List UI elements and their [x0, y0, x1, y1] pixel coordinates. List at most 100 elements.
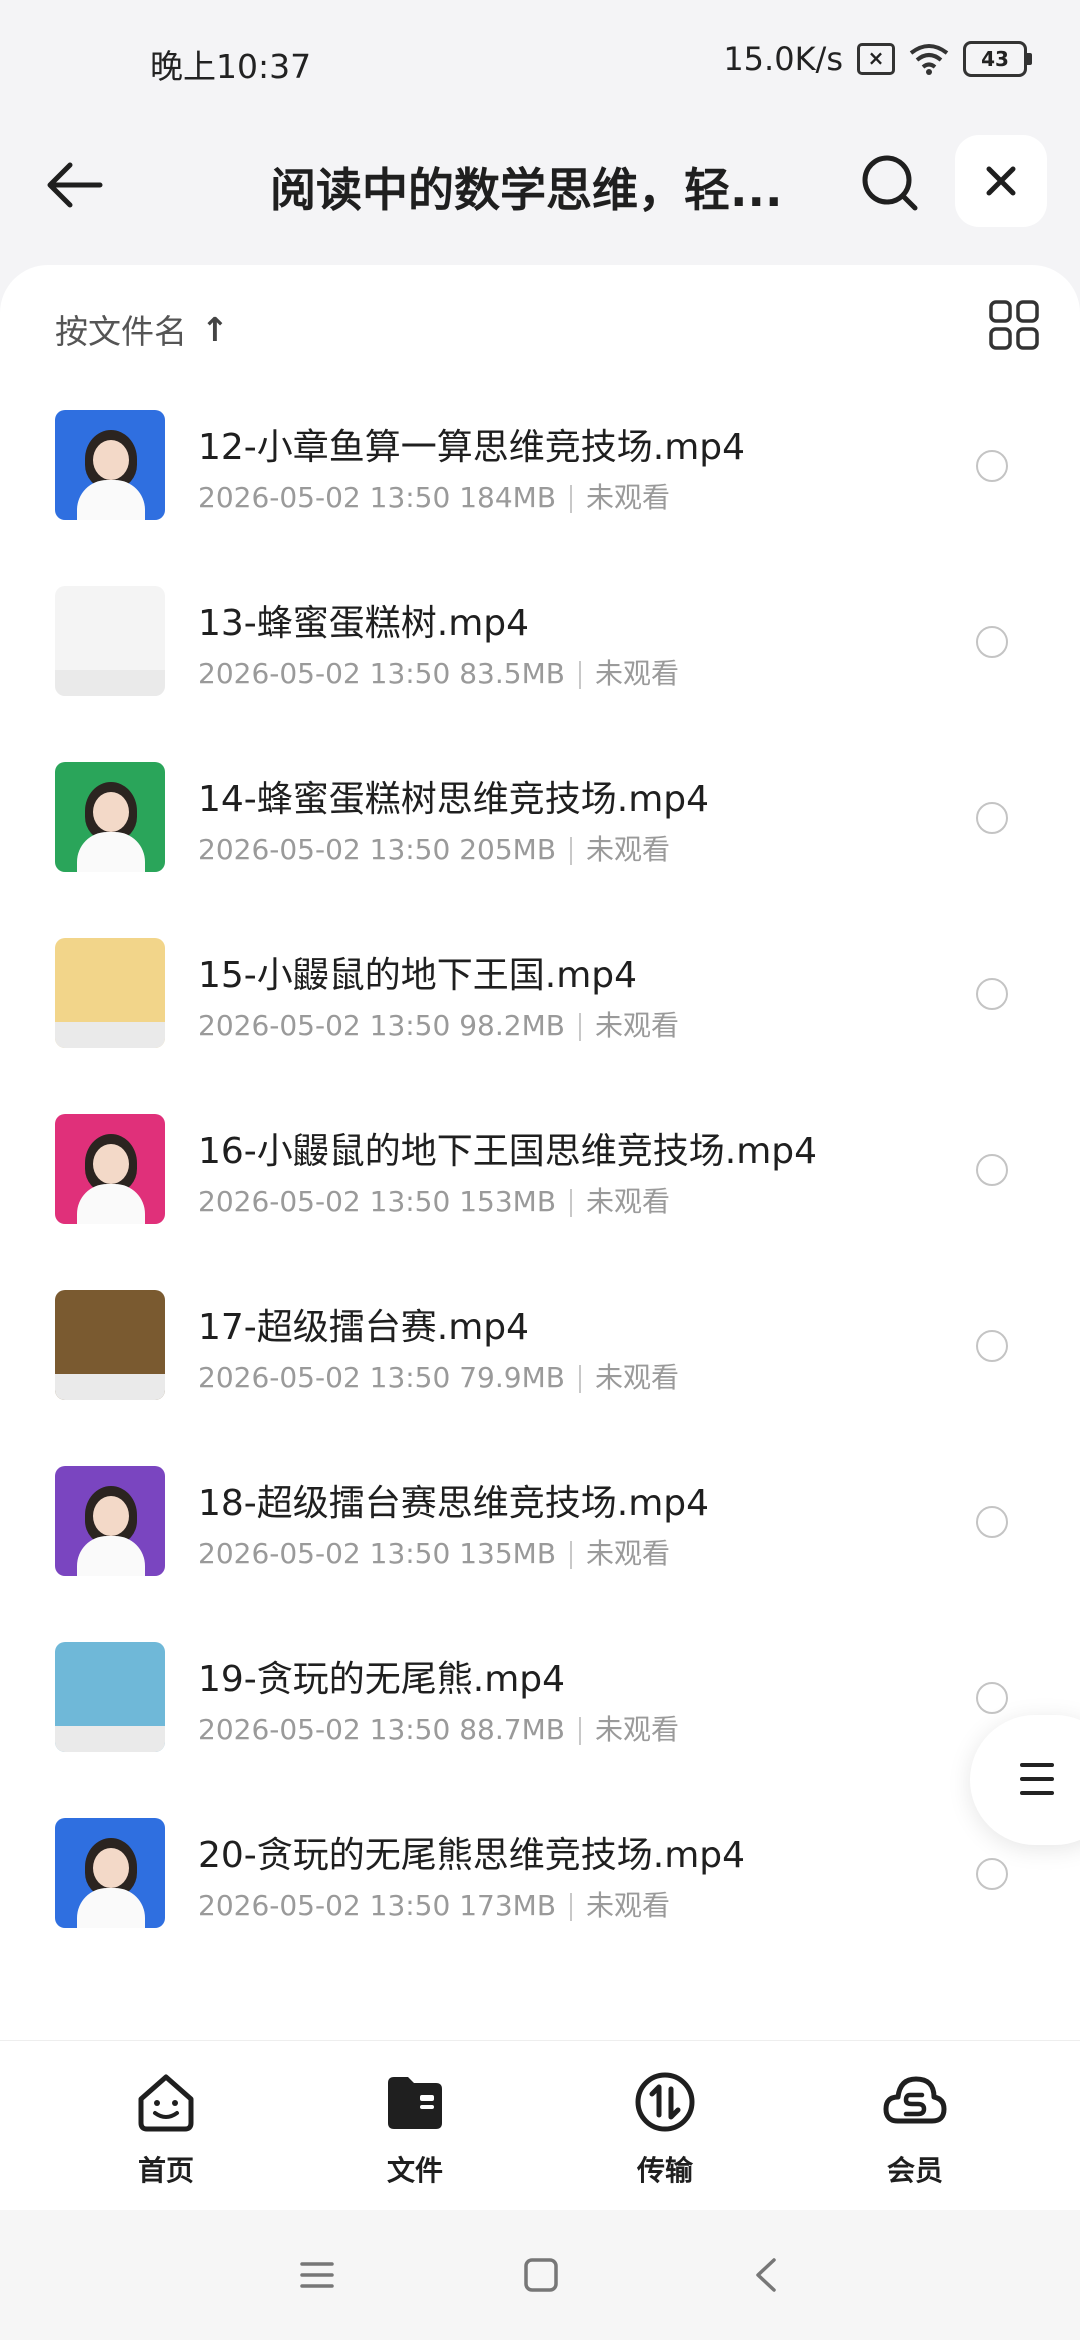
home-square-icon[interactable]: [518, 2252, 564, 2298]
file-size: 98.2MB: [459, 1009, 565, 1042]
file-size: 205MB: [459, 833, 557, 866]
battery-level: 43: [963, 41, 1027, 77]
sort-selector[interactable]: 按文件名 ↑: [55, 305, 229, 353]
file-meta: 2026-05-02 13:50 135MB 未观看: [198, 1532, 670, 1572]
file-row[interactable]: 16-小鼹鼠的地下王国思维竞技场.mp4 2026-05-02 13:50 153…: [0, 1114, 1080, 1290]
file-date: 2026-05-02 13:50: [198, 1185, 451, 1218]
file-row[interactable]: 17-超级擂台赛.mp4 2026-05-02 13:50 79.9MB 未观看: [0, 1290, 1080, 1466]
battery-icon: 43: [963, 41, 1032, 77]
select-radio[interactable]: [976, 626, 1008, 658]
tab-label: 文件: [386, 2154, 443, 2187]
file-date: 2026-05-02 13:50: [198, 1537, 451, 1570]
status-right: 15.0K/s × 43: [723, 40, 1032, 78]
tab-transfer[interactable]: 传输: [595, 2069, 735, 2189]
file-size: 173MB: [459, 1889, 557, 1922]
file-date: 2026-05-02 13:50: [198, 657, 451, 690]
sort-arrow-icon: ↑: [201, 309, 229, 349]
close-icon: [986, 166, 1016, 196]
watch-status: 未观看: [594, 1361, 679, 1394]
video-thumbnail: [55, 410, 165, 520]
video-thumbnail: [55, 1114, 165, 1224]
file-row[interactable]: 15-小鼹鼠的地下王国.mp4 2026-05-02 13:50 98.2MB 未观…: [0, 938, 1080, 1114]
file-size: 88.7MB: [459, 1713, 565, 1746]
watch-status: 未观看: [586, 833, 671, 866]
page-title: 阅读中的数学思维，轻...: [270, 163, 783, 217]
network-speed: 15.0K/s: [723, 40, 843, 78]
close-button[interactable]: [955, 135, 1047, 227]
tab-label: 传输: [636, 2154, 693, 2187]
sort-label: 按文件名: [55, 312, 187, 351]
video-thumbnail: [55, 1466, 165, 1576]
file-size: 79.9MB: [459, 1361, 565, 1394]
video-thumbnail: [55, 586, 165, 696]
file-name: 20-贪玩的无尾熊思维竞技场.mp4: [198, 1835, 746, 1876]
file-name: 13-蜂蜜蛋糕树.mp4: [198, 603, 530, 644]
grid-view-icon[interactable]: [988, 299, 1040, 351]
watch-status: 未观看: [586, 481, 671, 514]
header: 阅读中的数学思维，轻...: [0, 120, 1080, 260]
file-meta: 2026-05-02 13:50 98.2MB 未观看: [198, 1004, 679, 1044]
select-radio[interactable]: [976, 1858, 1008, 1890]
file-meta: 2026-05-02 13:50 79.9MB 未观看: [198, 1356, 679, 1396]
sim-disabled-icon: ×: [857, 43, 895, 75]
file-meta: 2026-05-02 13:50 184MB 未观看: [198, 476, 670, 516]
meta-divider: [570, 1189, 573, 1217]
file-row[interactable]: 14-蜂蜜蛋糕树思维竞技场.mp4 2026-05-02 13:50 205MB 未…: [0, 762, 1080, 938]
file-meta: 2026-05-02 13:50 88.7MB 未观看: [198, 1708, 679, 1748]
folder-icon: [388, 2077, 442, 2129]
watch-status: 未观看: [586, 1889, 671, 1922]
select-radio[interactable]: [976, 1330, 1008, 1362]
file-row[interactable]: 12-小章鱼算一算思维竞技场.mp4 2026-05-02 13:50 184MB…: [0, 410, 1080, 586]
watch-status: 未观看: [594, 1713, 679, 1746]
tab-vip[interactable]: 会员: [845, 2069, 985, 2189]
recent-apps-icon[interactable]: [294, 2252, 340, 2298]
watch-status: 未观看: [594, 1009, 679, 1042]
file-name: 14-蜂蜜蛋糕树思维竞技场.mp4: [198, 779, 710, 820]
watch-status: 未观看: [594, 657, 679, 690]
meta-divider: [578, 1013, 581, 1041]
file-name: 18-超级擂台赛思维竞技场.mp4: [198, 1483, 710, 1524]
back-arrow-icon[interactable]: [40, 150, 110, 220]
file-meta: 2026-05-02 13:50 153MB 未观看: [198, 1180, 670, 1220]
file-meta: 2026-05-02 13:50 205MB 未观看: [198, 828, 670, 868]
meta-divider: [578, 1365, 581, 1393]
watch-status: 未观看: [586, 1185, 671, 1218]
select-radio[interactable]: [976, 1682, 1008, 1714]
file-date: 2026-05-02 13:50: [198, 833, 451, 866]
bottom-tab-bar: 首页 文件 传输 会员: [0, 2040, 1080, 2211]
status-bar: 晚上10:37 15.0K/s × 43: [0, 0, 1080, 120]
video-thumbnail: [55, 938, 165, 1048]
meta-divider: [578, 1717, 581, 1745]
tab-label: 会员: [886, 2154, 943, 2187]
file-name: 16-小鼹鼠的地下王国思维竞技场.mp4: [198, 1131, 818, 1172]
file-name: 12-小章鱼算一算思维竞技场.mp4: [198, 427, 746, 468]
select-radio[interactable]: [976, 978, 1008, 1010]
file-date: 2026-05-02 13:50: [198, 481, 451, 514]
file-row[interactable]: 18-超级擂台赛思维竞技场.mp4 2026-05-02 13:50 135MB 未…: [0, 1466, 1080, 1642]
select-radio[interactable]: [976, 1506, 1008, 1538]
video-thumbnail: [55, 1642, 165, 1752]
select-radio[interactable]: [976, 1154, 1008, 1186]
select-radio[interactable]: [976, 450, 1008, 482]
watch-status: 未观看: [586, 1537, 671, 1570]
tab-files[interactable]: 文件: [345, 2069, 485, 2189]
meta-divider: [570, 1893, 573, 1921]
home-smile-icon: [138, 2074, 194, 2132]
meta-divider: [570, 837, 573, 865]
status-time: 晚上10:37: [150, 47, 312, 86]
file-date: 2026-05-02 13:50: [198, 1361, 451, 1394]
meta-divider: [570, 1541, 573, 1569]
search-icon[interactable]: [855, 148, 925, 218]
select-radio[interactable]: [976, 802, 1008, 834]
video-thumbnail: [55, 762, 165, 872]
file-row[interactable]: 20-贪玩的无尾熊思维竞技场.mp4 2026-05-02 13:50 173MB…: [0, 1818, 1080, 1994]
system-nav-bar: [0, 2210, 1080, 2340]
tab-home[interactable]: 首页: [96, 2069, 236, 2189]
file-row[interactable]: 13-蜂蜜蛋糕树.mp4 2026-05-02 13:50 83.5MB 未观看: [0, 586, 1080, 762]
transfer-icon: [635, 2072, 695, 2132]
meta-divider: [578, 661, 581, 689]
back-chevron-icon[interactable]: [744, 2252, 790, 2298]
wifi-icon: [909, 44, 949, 75]
file-date: 2026-05-02 13:50: [198, 1889, 451, 1922]
file-row[interactable]: 19-贪玩的无尾熊.mp4 2026-05-02 13:50 88.7MB 未观看: [0, 1642, 1080, 1818]
